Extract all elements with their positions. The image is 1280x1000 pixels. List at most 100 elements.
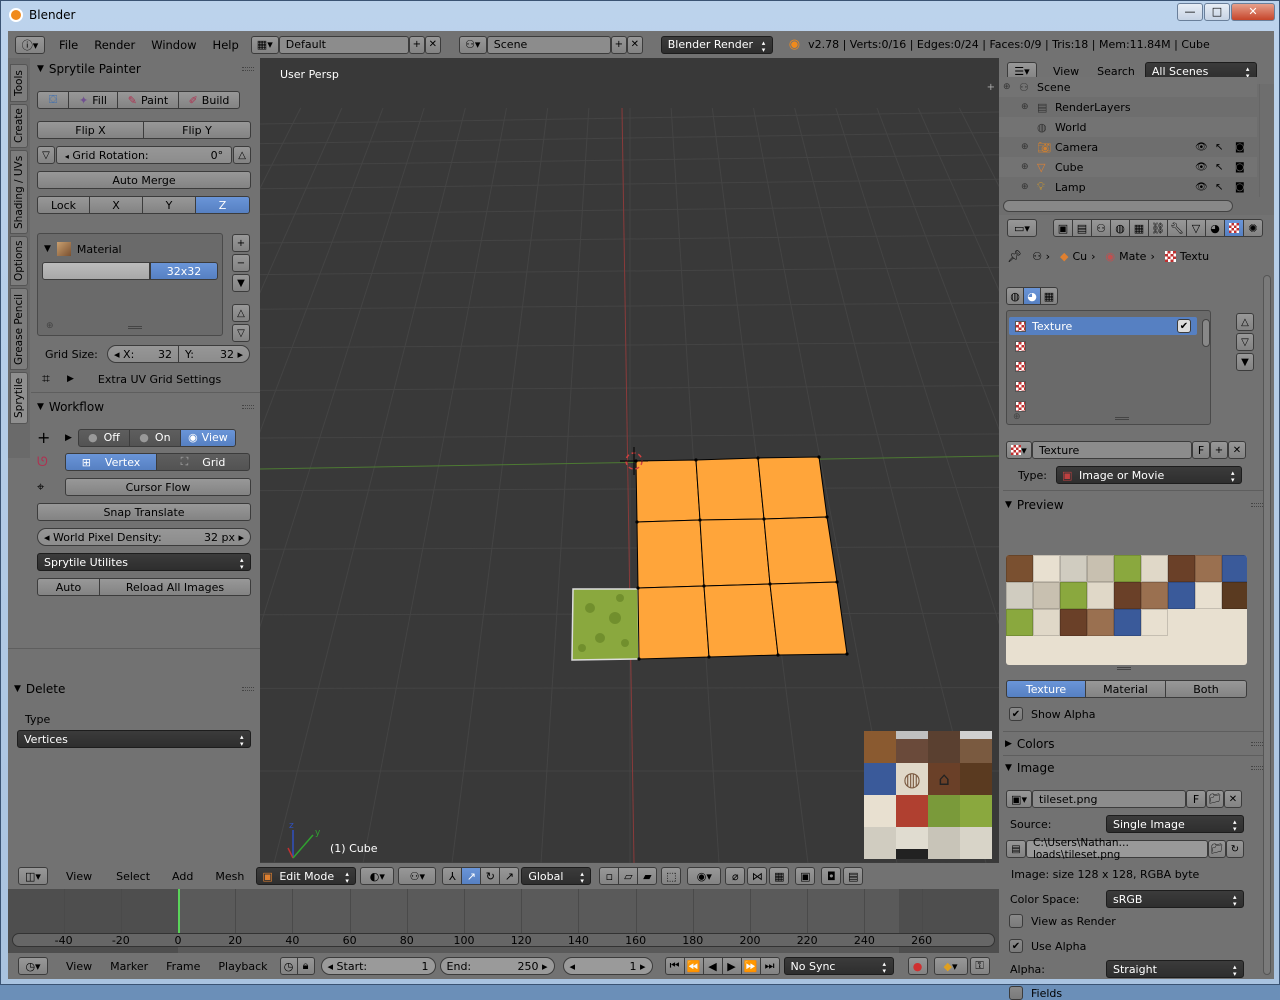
image-filepath-field[interactable]: C:\Users\Nathan…loads\tileset.png xyxy=(1026,840,1208,858)
browse-file-button[interactable]: 📁︎ xyxy=(1208,840,1226,858)
cursor-icon[interactable]: ↖ xyxy=(1215,142,1223,153)
cursor-flow-button[interactable]: Cursor Flow xyxy=(65,478,251,496)
delete-header[interactable]: ▼Delete xyxy=(8,678,260,700)
mesh-vertex[interactable] xyxy=(835,580,838,583)
scene-icon[interactable]: ⚇▾ xyxy=(459,36,487,54)
texture-slot[interactable]: Texture✔ xyxy=(1009,317,1197,335)
unlink-texture-button[interactable]: ✕ xyxy=(1228,441,1246,459)
menu-outliner-search[interactable]: Search xyxy=(1089,65,1143,78)
render-still-icon[interactable]: ◘ xyxy=(821,867,841,885)
mesh-vertex[interactable] xyxy=(817,455,820,458)
outliner-row[interactable]: ⊕📷︎Camera👁︎↖◙ xyxy=(999,137,1257,157)
texture-name-field[interactable]: Texture xyxy=(1032,441,1192,459)
outliner-item-name[interactable]: World xyxy=(1055,121,1087,134)
menu-mesh[interactable]: Mesh xyxy=(207,870,252,883)
render-tab-icon[interactable]: ▣ xyxy=(1053,219,1073,237)
image-source-dropdown[interactable]: Single Image xyxy=(1106,815,1244,833)
move-slot-down-button[interactable]: ▽ xyxy=(1236,333,1254,351)
mesh-face[interactable] xyxy=(637,520,704,588)
menu-file[interactable]: File xyxy=(51,38,86,52)
reload-all-images-button[interactable]: Reload All Images xyxy=(99,578,251,596)
cursor-icon[interactable]: ↖ xyxy=(1215,182,1223,193)
expand-icon[interactable]: ⊕ xyxy=(1021,182,1033,192)
layout-field[interactable]: Default xyxy=(279,36,409,54)
expand-snap-icon[interactable]: ▶ xyxy=(65,433,72,443)
next-keyframe-icon[interactable]: ⏩ xyxy=(741,957,761,975)
material-list[interactable]: ▼ Material 32x32 ⊕ xyxy=(37,233,223,336)
image-fake-user-button[interactable]: F xyxy=(1186,790,1206,808)
mesh-vertex[interactable] xyxy=(762,517,765,520)
tab-grease-pencil[interactable]: Grease Pencil xyxy=(10,288,28,370)
mode-dropdown[interactable]: ▣Edit Mode xyxy=(256,867,356,885)
reload-image-button[interactable]: ↻ xyxy=(1226,840,1244,858)
jump-end-icon[interactable]: ⏭ xyxy=(760,957,780,975)
snap-off-button[interactable]: ●Off xyxy=(78,429,130,447)
minimize-button[interactable]: — xyxy=(1177,3,1203,21)
record-icon[interactable]: ● xyxy=(908,957,928,975)
material-grid-row[interactable]: 32x32 xyxy=(42,262,218,280)
menu-timeline-view[interactable]: View xyxy=(58,960,100,973)
fields-row[interactable]: Fields xyxy=(1009,986,1062,1000)
snap-view-button[interactable]: ◉View xyxy=(180,429,236,447)
close-button[interactable]: ✕ xyxy=(1231,3,1275,21)
resize-handle-icon[interactable]: ⊕ xyxy=(46,321,54,331)
tileset-preview[interactable]: ◍⌂ xyxy=(864,731,992,859)
fields-checkbox[interactable] xyxy=(1009,986,1023,1000)
rotate-manipulator-icon[interactable]: ↻ xyxy=(480,867,500,885)
pivot-point-dropdown[interactable]: ⚇▾ xyxy=(398,867,436,885)
color-space-dropdown[interactable]: sRGB xyxy=(1106,890,1244,908)
lock-button[interactable]: Lock xyxy=(37,196,90,214)
render-layers-tab-icon[interactable]: ▤ xyxy=(1072,219,1092,237)
texture-list-scrollbar[interactable] xyxy=(1202,319,1210,347)
mesh-vertex[interactable] xyxy=(825,515,828,518)
snap-target-icon[interactable]: ▦ xyxy=(769,867,789,885)
expand-icon[interactable]: ⊕ xyxy=(1021,142,1033,152)
fake-user-button[interactable]: F xyxy=(1192,441,1210,459)
pin-icon[interactable]: 📌︎ xyxy=(1007,249,1022,263)
mesh-vertex[interactable] xyxy=(636,586,639,589)
material-list-item[interactable]: ▼ Material xyxy=(44,242,122,256)
3d-viewport[interactable]: z y User Persp (1) Cube + ◍⌂ xyxy=(260,58,999,863)
drag-grip-icon[interactable] xyxy=(1251,503,1263,507)
eye-icon[interactable]: 👁︎ xyxy=(1195,162,1208,173)
limit-selection-icon[interactable]: ⬚ xyxy=(661,867,681,885)
image-browse-button[interactable]: ▣▾ xyxy=(1006,790,1032,808)
expand-icon[interactable]: ⊕ xyxy=(1003,82,1015,92)
material-menu-button[interactable]: ▼ xyxy=(232,274,250,292)
opengl-render-icon[interactable]: ▣ xyxy=(795,867,815,885)
workflow-header[interactable]: ▼Workflow xyxy=(31,396,260,418)
menu-select[interactable]: Select xyxy=(108,870,158,883)
transform-orientation-dropdown[interactable]: Global xyxy=(521,867,591,885)
outliner-item-name[interactable]: Camera xyxy=(1055,141,1098,154)
mesh-face[interactable] xyxy=(700,519,770,586)
auto-reload-button[interactable]: Auto xyxy=(37,578,100,596)
texture-type-dropdown[interactable]: ▣Image or Movie xyxy=(1056,466,1242,484)
drag-grip-icon[interactable] xyxy=(1251,742,1263,746)
list-grip-icon[interactable] xyxy=(1115,417,1129,420)
texture-slot[interactable] xyxy=(1009,357,1197,375)
menu-help[interactable]: Help xyxy=(205,38,247,52)
start-frame-field[interactable]: ◂ Start:1 xyxy=(321,957,436,975)
preview-both-tab[interactable]: Both xyxy=(1165,680,1247,698)
drag-grip-icon[interactable] xyxy=(1251,766,1263,770)
editor-type-timeline-button[interactable]: ◷▾ xyxy=(18,957,48,975)
use-alpha-checkbox[interactable]: ✔ xyxy=(1009,939,1023,953)
texture-browse-button[interactable]: ▾ xyxy=(1006,441,1032,459)
timeline-scrollbar[interactable] xyxy=(12,933,995,947)
face-select-icon[interactable]: ▰ xyxy=(637,867,657,885)
editor-type-info-button[interactable]: ⓘ▾ xyxy=(15,36,45,54)
mesh-face[interactable] xyxy=(696,458,764,520)
lock-frame-icon[interactable]: 🔒︎ xyxy=(297,957,315,975)
rotate-right-button[interactable]: △ xyxy=(233,146,251,164)
show-alpha-row[interactable]: ✔ Show Alpha xyxy=(1009,707,1095,721)
physics-tab-icon[interactable]: ✺ xyxy=(1243,219,1263,237)
breadcrumb-material[interactable]: Mate xyxy=(1119,250,1146,263)
preview-range-icon[interactable]: ◷ xyxy=(280,957,298,975)
jump-start-icon[interactable]: ⏮ xyxy=(665,957,685,975)
axis-z-button[interactable]: Z xyxy=(195,196,250,214)
drag-grip-icon[interactable] xyxy=(242,405,254,409)
timeline-area[interactable]: -40-200204060801001201401601802002202402… xyxy=(8,889,999,953)
texture-tab-icon[interactable] xyxy=(1224,219,1244,237)
menu-window[interactable]: Window xyxy=(143,38,204,52)
cursor-icon[interactable]: ↖ xyxy=(1215,162,1223,173)
